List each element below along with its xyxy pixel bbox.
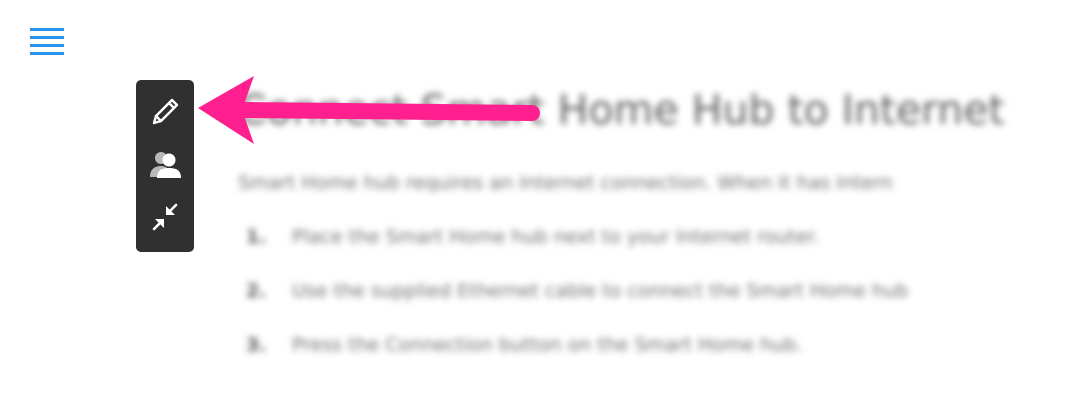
menu-bar <box>30 36 64 39</box>
step-number: 2. <box>246 280 267 302</box>
floating-toolbar <box>136 80 194 252</box>
menu-bar <box>30 28 64 31</box>
step-number: 3. <box>246 334 267 356</box>
collapse-icon[interactable] <box>142 194 188 240</box>
article-content: Connect Smart Home Hub to Internet Smart… <box>238 84 1072 386</box>
menu-bar <box>30 52 64 55</box>
step-text: Use the supplied Ethernet cable to conne… <box>292 280 909 302</box>
page: Connect Smart Home Hub to Internet Smart… <box>0 0 1072 420</box>
list-item: 2. Use the supplied Ethernet cable to co… <box>238 278 1072 332</box>
users-icon[interactable] <box>142 143 188 189</box>
step-text: Press the Connection button on the Smart… <box>292 334 803 356</box>
list-item: 1. Place the Smart Home hub next to your… <box>238 224 1072 278</box>
step-text: Place the Smart Home hub next to your In… <box>292 226 820 248</box>
hamburger-menu-icon[interactable] <box>30 28 64 56</box>
menu-bar <box>30 44 64 47</box>
article-title: Connect Smart Home Hub to Internet <box>238 86 1005 134</box>
article-intro: Smart Home hub requires an Internet conn… <box>238 172 893 194</box>
list-item: 3. Press the Connection button on the Sm… <box>238 332 1072 386</box>
step-number: 1. <box>246 226 267 248</box>
steps-list: 1. Place the Smart Home hub next to your… <box>238 224 1072 386</box>
pencil-icon[interactable] <box>142 89 188 135</box>
